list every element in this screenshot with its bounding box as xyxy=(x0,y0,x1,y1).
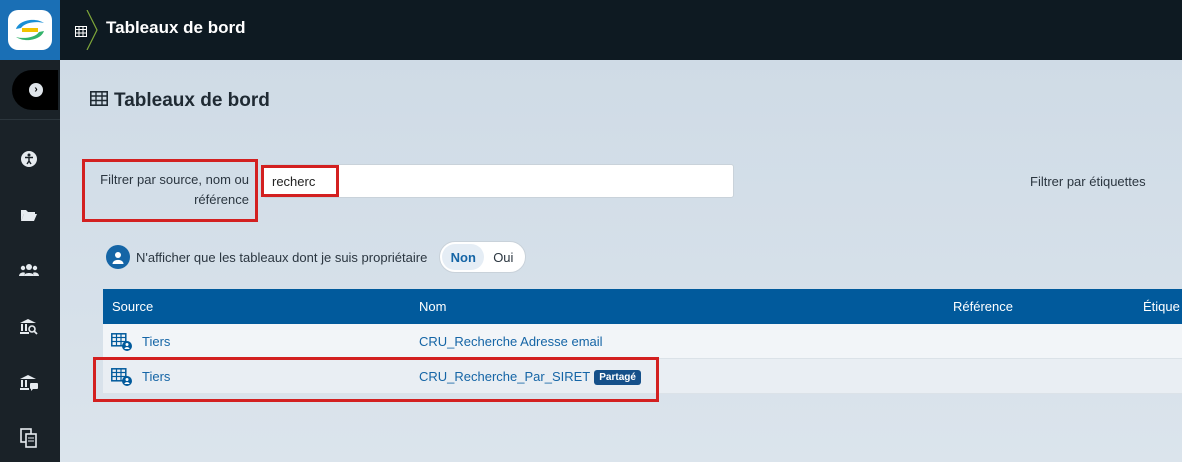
column-header-etiquettes[interactable]: Étique xyxy=(1143,299,1180,314)
sidebar-expand-button[interactable]: › xyxy=(12,70,58,110)
table-header: Source Nom Référence Étique xyxy=(103,289,1182,324)
top-bar: Tableaux de bord xyxy=(0,0,1182,60)
user-icon xyxy=(106,245,130,269)
shared-badge: Partagé xyxy=(594,370,641,385)
table-row[interactable]: Tiers CRU_Recherche_Par_SIRET Partagé xyxy=(103,359,1182,394)
sidebar: › xyxy=(0,60,60,462)
bank-chat-icon[interactable] xyxy=(18,372,40,394)
topbar-title: Tableaux de bord xyxy=(106,18,246,37)
accessibility-icon[interactable] xyxy=(18,148,40,170)
tags-filter-label[interactable]: Filtrer par étiquettes xyxy=(1030,174,1146,189)
chevron-right-icon: › xyxy=(29,83,43,97)
column-header-source[interactable]: Source xyxy=(112,299,153,314)
row-name-link[interactable]: CRU_Recherche Adresse email xyxy=(419,334,603,349)
row-name-link[interactable]: CRU_Recherche_Par_SIRET xyxy=(419,369,590,384)
source-filter-label: Filtrer par source, nom ou référence xyxy=(100,172,249,207)
column-header-reference[interactable]: Référence xyxy=(953,299,1013,314)
row-name-cell: CRU_Recherche_Par_SIRET Partagé xyxy=(419,369,641,385)
dashboards-table: Source Nom Référence Étique Tiers CRU_Re… xyxy=(103,289,1182,394)
table-source-icon xyxy=(111,333,133,354)
search-input[interactable] xyxy=(263,164,734,198)
logo-icon xyxy=(8,10,52,50)
folder-open-icon[interactable] xyxy=(18,204,40,226)
bank-search-icon[interactable] xyxy=(18,316,40,338)
page-title: Tableaux de bord xyxy=(114,90,270,111)
documents-icon[interactable] xyxy=(18,427,40,449)
column-header-nom[interactable]: Nom xyxy=(419,299,446,314)
toggle-non-button[interactable]: Non xyxy=(442,244,485,270)
users-icon[interactable] xyxy=(18,259,40,281)
owner-filter-label: N'afficher que les tableaux dont je suis… xyxy=(136,249,428,265)
row-source-link[interactable]: Tiers xyxy=(142,369,170,384)
sidebar-toggle-row: › xyxy=(0,60,60,120)
row-source-link[interactable]: Tiers xyxy=(142,334,170,349)
toggle-oui-button[interactable]: Oui xyxy=(484,244,522,270)
owner-toggle: Non Oui xyxy=(439,241,527,273)
app-logo[interactable] xyxy=(0,0,60,60)
page-header: Tableaux de bord xyxy=(90,90,270,112)
table-source-icon xyxy=(111,368,133,389)
table-row[interactable]: Tiers CRU_Recherche Adresse email xyxy=(103,324,1182,359)
breadcrumb-chevron-icon xyxy=(85,9,99,55)
table-grid-icon xyxy=(90,91,108,111)
owner-filter: N'afficher que les tableaux dont je suis… xyxy=(106,241,527,273)
